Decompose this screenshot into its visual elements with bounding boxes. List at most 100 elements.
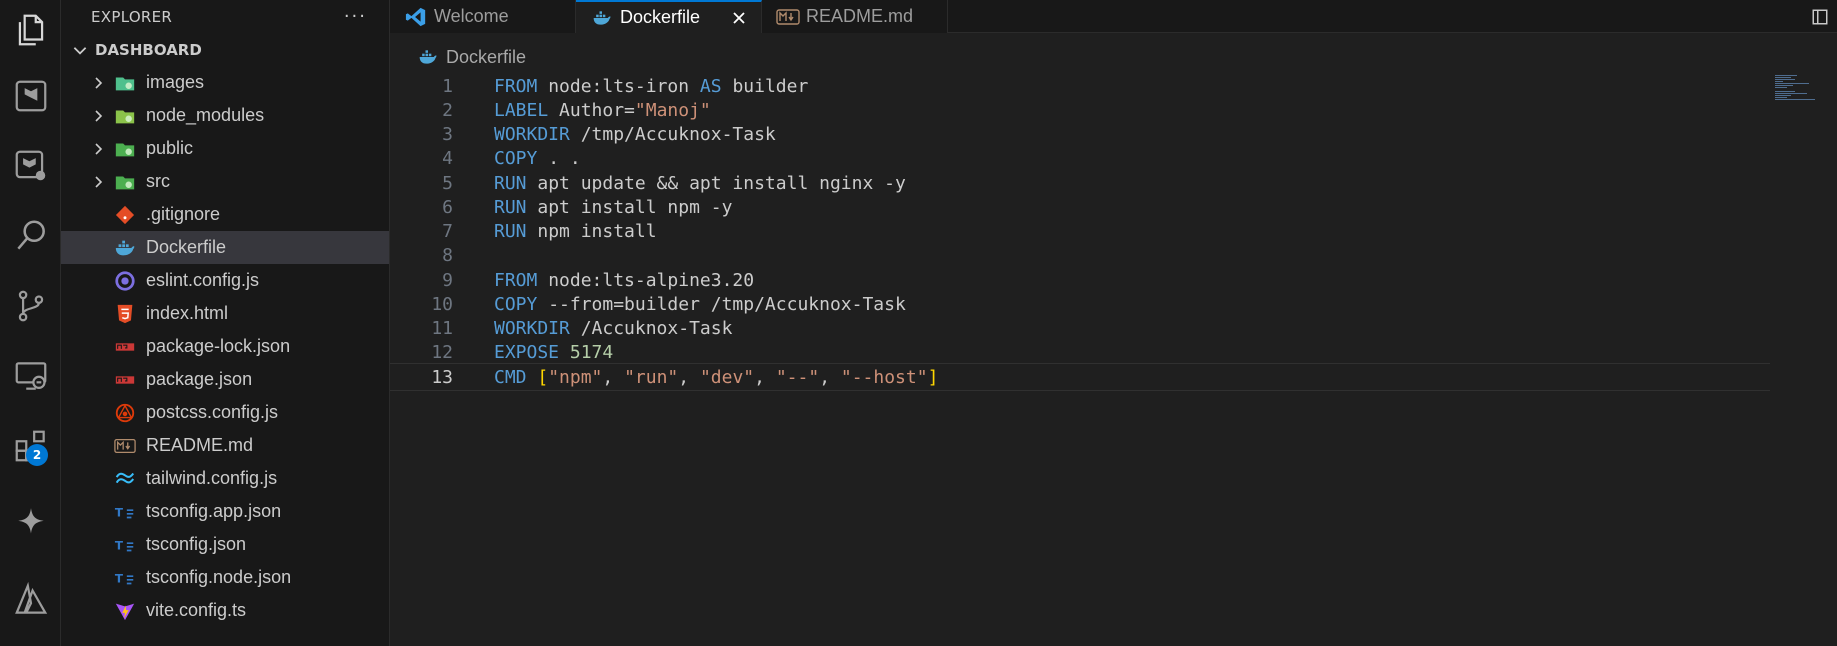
extensions-badge: 2 xyxy=(26,444,48,466)
git-icon xyxy=(113,203,137,227)
tab-readme[interactable]: README.md xyxy=(762,0,948,33)
line-number: 12 xyxy=(431,342,453,364)
npm-icon xyxy=(113,368,137,392)
tree-folder[interactable]: images xyxy=(61,66,389,99)
code-token: EXPOSE xyxy=(494,342,560,364)
code-token: apt update && apt install nginx -y xyxy=(526,172,906,194)
code-token: ] xyxy=(927,366,939,388)
code-token: FROM xyxy=(494,269,538,291)
tree-folder[interactable]: public xyxy=(61,132,389,165)
line-number: 13 xyxy=(431,366,453,388)
split-editor-icon[interactable] xyxy=(1811,8,1829,26)
code-token: , xyxy=(754,366,776,388)
remote-explorer-icon[interactable] xyxy=(0,346,61,406)
tree-folder[interactable]: node_modules xyxy=(61,99,389,132)
code-token: WORKDIR xyxy=(494,318,570,340)
tree-file[interactable]: Ttsconfig.app.json xyxy=(61,495,389,528)
tree-file[interactable]: Ttsconfig.json xyxy=(61,528,389,561)
code-text: FROM node:lts-iron AS builder xyxy=(494,76,808,97)
vite-icon xyxy=(113,599,137,623)
search-icon[interactable] xyxy=(0,206,61,266)
code-token: apt install npm -y xyxy=(526,196,733,218)
code-token: FROM xyxy=(494,75,538,97)
explorer-icon[interactable] xyxy=(0,0,61,60)
breadcrumb[interactable]: Dockerfile xyxy=(418,44,526,70)
code-token: --from=builder /tmp/Accuknox-Task xyxy=(537,293,906,315)
code-token: , xyxy=(678,366,700,388)
code-text: WORKDIR /tmp/Accuknox-Task xyxy=(494,124,776,145)
tab-welcome[interactable]: Welcome xyxy=(390,0,576,33)
tree-file[interactable]: index.html xyxy=(61,297,389,330)
code-token: "run" xyxy=(624,366,679,388)
code-editor[interactable]: 1 FROM node:lts-iron AS builder 2 LABEL Aut… xyxy=(390,74,1837,646)
code-line[interactable]: 13 CMD ["npm", "run", "dev", "--", "--hos… xyxy=(390,363,1770,392)
tab-dockerfile[interactable]: Dockerfile xyxy=(576,0,762,33)
source-control-icon[interactable] xyxy=(0,276,61,336)
tree-item-label: package-lock.json xyxy=(146,336,291,356)
markdown-icon xyxy=(113,434,137,458)
code-token: /tmp/Accuknox-Task xyxy=(569,124,776,146)
code-text: CMD ["npm", "run", "dev", "--", "--host"… xyxy=(494,367,938,388)
tree-file[interactable]: eslint.config.js xyxy=(61,264,389,297)
tree-file[interactable]: Ttsconfig.node.json xyxy=(61,561,389,594)
minimap[interactable] xyxy=(1775,74,1823,104)
code-token: RUN xyxy=(494,172,527,194)
code-token: builder xyxy=(721,75,809,97)
code-token: node:lts-alpine3.20 xyxy=(537,269,755,291)
tree-file[interactable]: tailwind.config.js xyxy=(61,462,389,495)
tree-file[interactable]: package.json xyxy=(61,363,389,396)
more-actions-button[interactable]: ··· xyxy=(344,6,367,27)
code-token: COPY xyxy=(494,148,538,170)
tree-folder[interactable]: src xyxy=(61,165,389,198)
code-token: npm install xyxy=(526,221,657,243)
code-token: . . xyxy=(537,148,581,170)
tree-item-label: images xyxy=(146,72,205,92)
tree-file[interactable]: README.md xyxy=(61,429,389,462)
code-token: LABEL xyxy=(494,99,549,121)
code-token: [ xyxy=(537,366,549,388)
workspace-section-header[interactable]: DASHBOARD xyxy=(61,33,389,66)
terraform-icon[interactable] xyxy=(0,66,61,126)
close-icon[interactable] xyxy=(731,10,747,26)
tree-item-label: Dockerfile xyxy=(146,237,227,257)
extensions-icon[interactable]: 2 xyxy=(0,416,61,476)
code-token: "--" xyxy=(775,366,820,388)
tree-item-label: tsconfig.node.json xyxy=(146,567,292,587)
code-token: , xyxy=(819,366,841,388)
public-folder-icon xyxy=(113,137,137,161)
azure-icon[interactable] xyxy=(0,570,61,630)
tree-item-label: vite.config.ts xyxy=(146,600,247,620)
tree-file[interactable]: vite.config.ts xyxy=(61,594,389,627)
explorer-header: EXPLORER ··· xyxy=(61,0,389,33)
docker-icon xyxy=(419,50,437,64)
code-token: "--host" xyxy=(840,366,928,388)
code-token: CMD xyxy=(494,366,527,388)
code-token: RUN xyxy=(494,196,527,218)
tree-file[interactable]: .gitignore xyxy=(61,198,389,231)
code-token: Author= xyxy=(548,99,635,121)
line-number: 7 xyxy=(442,221,453,243)
eslint-icon xyxy=(113,269,137,293)
line-number: 5 xyxy=(442,172,453,194)
line-number: 8 xyxy=(442,245,453,267)
tree-item-label: README.md xyxy=(146,435,254,455)
tsconfig-icon: T xyxy=(113,500,137,524)
code-token: WORKDIR xyxy=(494,124,570,146)
copilot-icon[interactable] xyxy=(0,494,61,554)
terraform-cloud-icon[interactable] xyxy=(0,136,61,196)
tree-file[interactable]: package-lock.json xyxy=(61,330,389,363)
tree-file[interactable]: postcss.config.js xyxy=(61,396,389,429)
tab-label: Dockerfile xyxy=(620,7,701,27)
vscode-icon xyxy=(404,5,428,29)
tsconfig-icon: T xyxy=(113,566,137,590)
tree-file[interactable]: Dockerfile xyxy=(61,231,389,264)
src-folder-icon xyxy=(113,170,137,194)
code-token: /Accuknox-Task xyxy=(569,318,733,340)
tree-item-label: tsconfig.json xyxy=(146,534,247,554)
tree-item-label: tailwind.config.js xyxy=(146,468,278,488)
code-token: "dev" xyxy=(699,366,755,388)
breadcrumb-file: Dockerfile xyxy=(446,46,527,67)
chevron-right-icon xyxy=(95,76,103,89)
